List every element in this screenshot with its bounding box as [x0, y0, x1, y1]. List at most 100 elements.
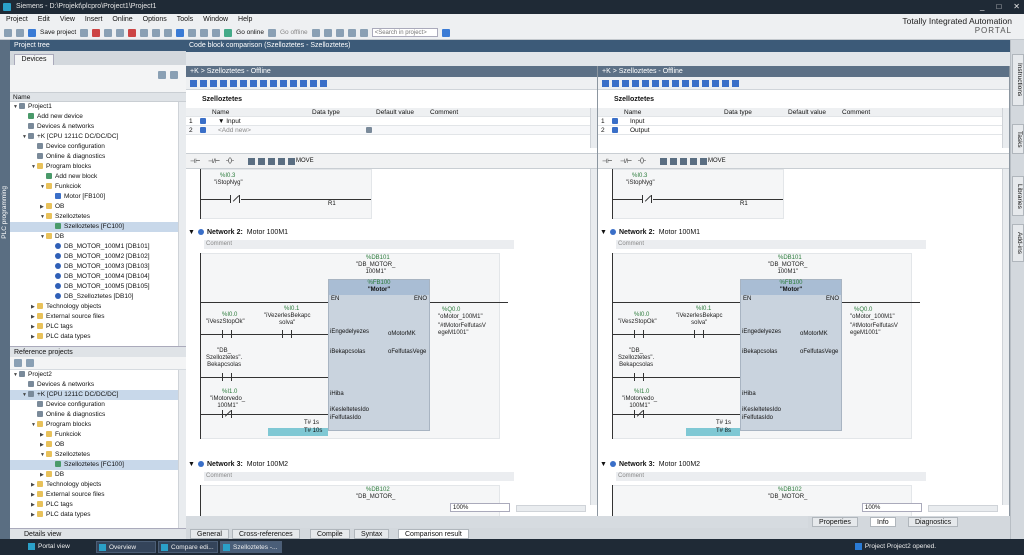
- delete-icon[interactable]: [128, 28, 137, 37]
- tree-item[interactable]: DB_MOTOR_100M5 [DB105]: [10, 282, 178, 292]
- tree-item[interactable]: Szelloztetes [FC100]: [10, 222, 178, 232]
- tree-item[interactable]: ▶ OB: [10, 202, 178, 212]
- ladder-tool-icon[interactable]: [258, 158, 265, 165]
- interface-scrollbar[interactable]: [1002, 108, 1009, 148]
- editor-tool-icon[interactable]: [602, 80, 609, 87]
- tree-item[interactable]: DB_MOTOR_100M4 [DB104]: [10, 272, 178, 282]
- normally-closed-contact[interactable]: [222, 410, 232, 418]
- editor-tool-icon[interactable]: [652, 80, 659, 87]
- menu-window[interactable]: Window: [203, 14, 228, 26]
- paste-icon[interactable]: [116, 28, 125, 37]
- tree-item[interactable]: Add new block: [10, 172, 178, 182]
- tree-item[interactable]: Motor [FB100]: [10, 192, 178, 202]
- portal-view-button[interactable]: Portal view: [26, 541, 96, 553]
- open-reference-icon[interactable]: [14, 359, 22, 367]
- collapse-icon[interactable]: ▼: [188, 461, 195, 468]
- editor-tool-icon[interactable]: [632, 80, 639, 87]
- ladder-vertical-scrollbar[interactable]: [1002, 169, 1009, 505]
- collapse-icon[interactable]: ▼: [600, 229, 607, 236]
- editor-tool-icon[interactable]: [692, 80, 699, 87]
- normally-open-contact[interactable]: [634, 330, 644, 338]
- editor-tool-icon[interactable]: [280, 80, 287, 87]
- tree-item[interactable]: Add new device: [10, 112, 178, 122]
- open-project-icon[interactable]: [16, 28, 24, 37]
- tree-item[interactable]: Device configuration: [10, 400, 178, 410]
- editor-tool-icon[interactable]: [642, 80, 649, 87]
- split-vertical-icon[interactable]: [359, 28, 368, 37]
- menu-edit[interactable]: Edit: [38, 14, 50, 26]
- ladder-horizontal-scrollbar[interactable]: [516, 505, 586, 512]
- editor-tool-icon[interactable]: [190, 80, 197, 87]
- reference-projects-header[interactable]: Reference projects: [10, 346, 186, 357]
- normally-closed-contact[interactable]: [642, 195, 652, 203]
- tab-tasks[interactable]: Tasks: [1012, 124, 1024, 154]
- editor-tool-icon[interactable]: [270, 80, 277, 87]
- editor-tool-icon[interactable]: [622, 80, 629, 87]
- tree-item[interactable]: ▶ DB: [10, 470, 178, 480]
- editor-tool-icon[interactable]: [310, 80, 317, 87]
- editor-tool-icon[interactable]: [320, 80, 327, 87]
- interface-scrollbar[interactable]: [590, 108, 597, 148]
- tree-item[interactable]: DB_Szelloztetes [DB10]: [10, 292, 178, 302]
- menu-insert[interactable]: Insert: [85, 14, 103, 26]
- ladder-horizontal-scrollbar[interactable]: [928, 505, 998, 512]
- normally-open-contact[interactable]: [694, 330, 704, 338]
- save-project-button[interactable]: Save project: [40, 29, 76, 36]
- ladder-instruction-button[interactable]: ⊣/⊢: [620, 158, 632, 165]
- tree-item[interactable]: ▶ PLC data types: [10, 332, 178, 342]
- network-header[interactable]: ▼ Network 2: Motor 100M1: [598, 227, 998, 238]
- ladder-tool-icon[interactable]: [660, 158, 667, 165]
- tab-info[interactable]: Info: [870, 517, 896, 527]
- editor-tool-icon[interactable]: [210, 80, 217, 87]
- ladder-tool-icon[interactable]: [268, 158, 275, 165]
- editor-tool-icon[interactable]: [220, 80, 227, 87]
- menu-project[interactable]: Project: [6, 14, 28, 26]
- editor-tool-icon[interactable]: [240, 80, 247, 87]
- ladder-tool-icon[interactable]: [248, 158, 255, 165]
- tree-item[interactable]: Device configuration: [10, 142, 178, 152]
- tree-item[interactable]: ▶ PLC tags: [10, 500, 178, 510]
- ladder-tool-icon[interactable]: [278, 158, 285, 165]
- tree-item[interactable]: Szelloztetes [FC100]: [10, 460, 178, 470]
- cross-reference-icon[interactable]: [335, 28, 344, 37]
- ladder-instruction-button[interactable]: ⊣⊢: [190, 158, 200, 165]
- undo-icon[interactable]: [140, 28, 149, 37]
- tree-item[interactable]: ▶ PLC tags: [10, 322, 178, 332]
- ladder-tool-icon[interactable]: [670, 158, 677, 165]
- normally-open-contact[interactable]: [282, 330, 292, 338]
- tree-item[interactable]: ▶ Funkciok: [10, 430, 178, 440]
- menu-options[interactable]: Options: [143, 14, 167, 26]
- monitor-icon[interactable]: [323, 28, 332, 37]
- interface-row[interactable]: 1 Input: [598, 117, 1009, 126]
- project-tree-scrollbar[interactable]: [178, 102, 186, 346]
- menu-tools[interactable]: Tools: [177, 14, 193, 26]
- tree-item[interactable]: ▶ Technology objects: [10, 302, 178, 312]
- tree-item[interactable]: ▼ Funkciok: [10, 182, 178, 192]
- editor-tool-icon[interactable]: [702, 80, 709, 87]
- split-horizontal-icon[interactable]: [347, 28, 356, 37]
- print-icon[interactable]: [80, 28, 89, 37]
- tab-devices[interactable]: Devices: [14, 54, 54, 65]
- normally-open-contact[interactable]: [222, 373, 232, 381]
- menu-help[interactable]: Help: [238, 14, 252, 26]
- tree-item[interactable]: ▶ OB: [10, 440, 178, 450]
- plc-programming-tab[interactable]: PLC programming: [0, 40, 10, 540]
- editor-tool-icon[interactable]: [260, 80, 267, 87]
- minimize-button[interactable]: _: [980, 0, 984, 14]
- ladder-instruction-button[interactable]: -()-: [638, 158, 646, 164]
- ladder-instruction-button[interactable]: MOVE: [296, 158, 314, 164]
- go-online-button[interactable]: Go online: [236, 29, 264, 36]
- tree-item[interactable]: ▼ +K [CPU 1211C DC/DC/DC]: [10, 132, 178, 142]
- tab-add-ins[interactable]: Add-ins: [1012, 224, 1024, 262]
- tree-item[interactable]: ▼ Program blocks: [10, 420, 178, 430]
- editor-tool-icon[interactable]: [250, 80, 257, 87]
- simulation-icon[interactable]: [212, 28, 221, 37]
- tree-item[interactable]: ▶ External source files: [10, 490, 178, 500]
- network-header[interactable]: ▼ Network 3: Motor 100M2: [598, 459, 998, 470]
- editor-tool-icon[interactable]: [230, 80, 237, 87]
- download-icon[interactable]: [188, 28, 197, 37]
- network-comment[interactable]: Comment: [204, 472, 514, 481]
- tree-item[interactable]: ▶ External source files: [10, 312, 178, 322]
- ladder-tool-icon[interactable]: [700, 158, 707, 165]
- close-reference-icon[interactable]: [26, 359, 34, 367]
